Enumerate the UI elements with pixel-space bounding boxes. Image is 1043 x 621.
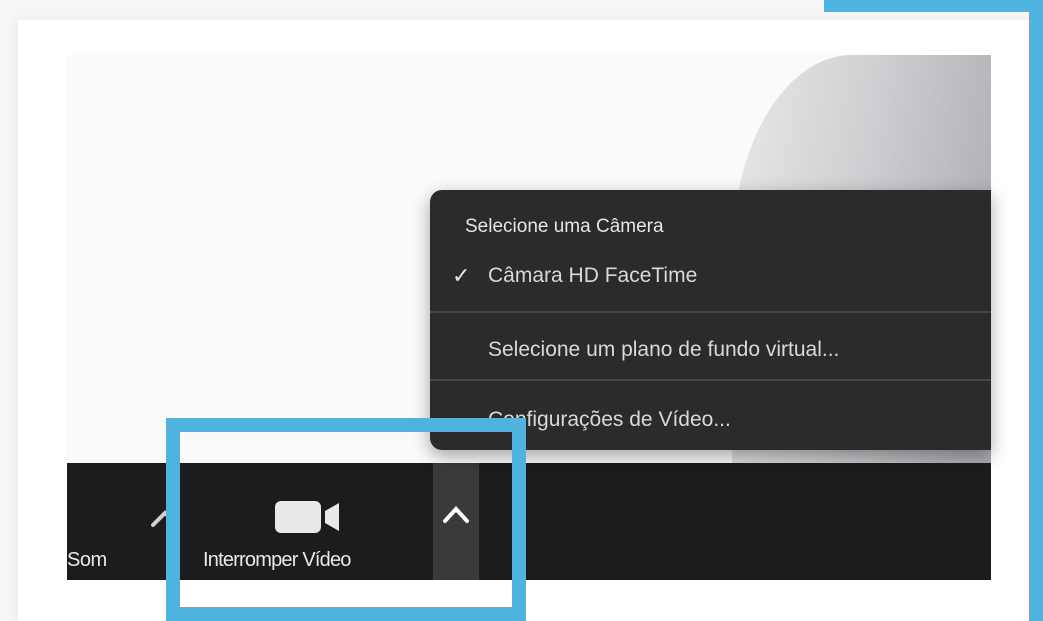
menu-item-camera[interactable]: Câmara HD FaceTime: [488, 264, 697, 288]
audio-button-label[interactable]: Som: [67, 549, 107, 572]
menu-divider: [430, 311, 991, 313]
highlight-frame-top: [824, 0, 1043, 12]
menu-heading: Selecione uma Câmera: [465, 216, 664, 237]
highlight-box: [166, 418, 526, 621]
menu-divider: [430, 379, 991, 381]
highlight-frame-right: [1029, 0, 1043, 621]
menu-item-virtual-background[interactable]: Selecione um plano de fundo virtual...: [488, 338, 839, 362]
camera-options-menu: Selecione uma Câmera ✓ Câmara HD FaceTim…: [430, 190, 991, 450]
checkmark-icon: ✓: [452, 263, 471, 288]
